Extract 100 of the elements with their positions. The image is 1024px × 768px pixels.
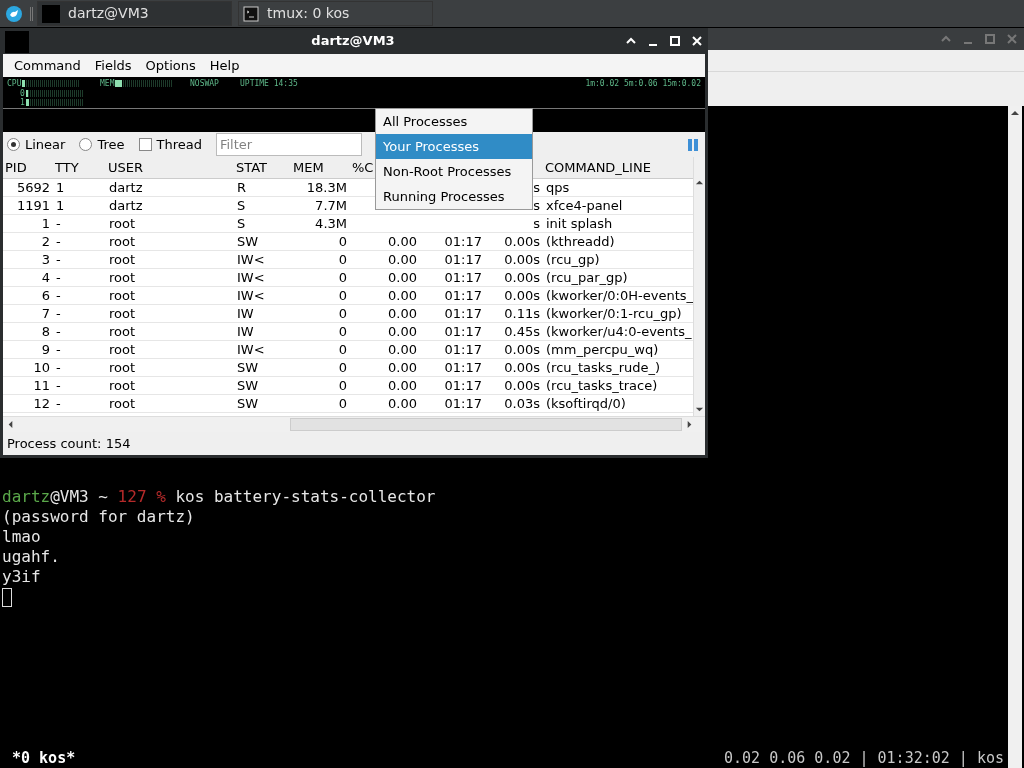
scroll-right-icon[interactable] (685, 420, 694, 429)
table-cell-text: 0.00s (503, 286, 541, 305)
table-cell-text: SW (236, 358, 260, 377)
menu-item[interactable]: Command (7, 53, 88, 78)
table-cell-text: 0.00s (503, 250, 541, 269)
table-cell-text: (ksoftirqd/0) (545, 394, 627, 413)
dropdown-option[interactable]: Running Processes (376, 184, 532, 209)
table-cell-text: - (55, 376, 62, 395)
table-cell-text: - (55, 304, 62, 323)
table-cell-text: root (108, 250, 137, 269)
table-cell-text: IW< (236, 286, 266, 305)
table-cell-text: SW (236, 376, 260, 395)
table-cell-text: 18.3M (305, 178, 348, 197)
dropdown-option[interactable]: All Processes (376, 109, 532, 134)
table-cell-text: 0.00 (387, 358, 418, 377)
column-header[interactable]: COMMAND_LINE (545, 159, 651, 175)
table-cell-text: 0.03s (503, 394, 541, 413)
table-cell-text: root (108, 268, 137, 287)
scroll-up-icon[interactable] (695, 178, 704, 187)
terminal-line: y3if (2, 567, 42, 587)
table-cell-text: 0.00 (387, 394, 418, 413)
table-cell-text: IW< (236, 340, 266, 359)
table-cell-text: root (108, 286, 137, 305)
menu-item[interactable]: Options (138, 53, 203, 78)
table-cell-text: xfce4-panel (545, 196, 624, 215)
table-cell-text: 0.11s (503, 304, 541, 323)
table-cell-text: 4 (40, 268, 51, 287)
window-icon (42, 4, 60, 23)
pause-icon[interactable] (687, 138, 699, 151)
table-cell-text: 0 (337, 376, 348, 395)
tmux-window-label: *0 kos* (12, 747, 76, 768)
table-cell-text: 01:17 (443, 340, 483, 359)
column-header[interactable]: USER (108, 159, 143, 175)
dropdown-option[interactable]: Non-Root Processes (376, 159, 532, 184)
table-cell-text: 0 (337, 304, 348, 323)
table-cell-text: 0.00 (387, 340, 418, 359)
table-cell-text: 0 (337, 250, 348, 269)
table-cell-text: 6 (40, 286, 51, 305)
table-cell-text: 0 (337, 358, 348, 377)
table-cell-text: - (55, 214, 62, 233)
table-cell-text: qps (545, 178, 571, 197)
terminal-line: lmao (2, 527, 42, 547)
table-cell-text: 0.00s (503, 268, 541, 287)
column-header[interactable]: STAT (236, 159, 267, 175)
table-cell-text: 0 (337, 268, 348, 287)
table-cell-text: (kworker/u4:0-events_ (545, 322, 693, 341)
horizontal-scrollbar[interactable] (3, 416, 705, 432)
menu-item[interactable]: Fields (87, 53, 139, 78)
terminal-line: dartz@VM3 ~ 127 % kos battery-stats-collector (2, 487, 437, 507)
taskbar-button[interactable]: dartz@VM3 (37, 1, 232, 26)
table-cell-text: - (55, 322, 62, 341)
table-cell-text: SW (236, 232, 260, 251)
vertical-scrollbar[interactable] (693, 157, 705, 416)
scroll-up-icon[interactable] (1010, 108, 1020, 118)
taskbar-button[interactable]: tmux: 0 kos (238, 1, 433, 26)
table-cell-text: 01:17 (443, 322, 483, 341)
table-cell-text: 0 (337, 340, 348, 359)
table-cell-text: 8 (40, 322, 51, 341)
process-count: Process count: 154 (7, 434, 131, 453)
column-header[interactable]: PID (5, 159, 27, 175)
table-cell-text: 01:17 (443, 232, 483, 251)
table-cell-text: 0 (337, 322, 348, 341)
table-cell-text: root (108, 376, 137, 395)
table-cell-text: (rcu_tasks_trace) (545, 376, 659, 395)
table-cell-text: 9 (40, 340, 51, 359)
radio-button[interactable]: Linear (7, 134, 66, 155)
table-cell-text: - (55, 358, 62, 377)
table-cell-text: 01:17 (443, 394, 483, 413)
meter-label: MEM (100, 79, 115, 88)
table-cell-text: 01:17 (443, 358, 483, 377)
radio-button[interactable]: Tree (79, 134, 125, 155)
table-cell-text: 0.00 (387, 250, 418, 269)
column-header[interactable]: MEM (293, 159, 324, 175)
table-cell-text: - (55, 232, 62, 251)
table-cell-text: root (108, 322, 137, 341)
table-cell-text: 01:17 (443, 268, 483, 287)
tmux-status-info: 0.02 0.06 0.02 | 01:32:02 | kos (724, 747, 1004, 768)
window-icon (5, 31, 29, 53)
menu-item[interactable]: Help (202, 53, 247, 78)
scroll-down-icon[interactable] (695, 405, 704, 414)
scroll-thumb[interactable] (290, 418, 682, 431)
checkbox[interactable]: Thread (138, 134, 202, 155)
dropdown-option[interactable]: Your Processes (376, 134, 532, 159)
column-header[interactable]: TTY (55, 159, 79, 175)
table-cell-text: 12 (32, 394, 51, 413)
table-cell-text: 01:17 (443, 286, 483, 305)
table-cell-text: 0.45s (503, 322, 541, 341)
meter-label: CPU (7, 79, 22, 88)
scrollbar[interactable] (1008, 106, 1022, 768)
table-cell-text: - (55, 268, 62, 287)
column-header[interactable]: %C (352, 159, 374, 175)
table-cell-text: root (108, 304, 137, 323)
table-cell-text: IW (236, 322, 255, 341)
table-cell-text: 01:17 (443, 304, 483, 323)
app-menu-icon[interactable] (6, 5, 22, 22)
filter-field[interactable]: Filter (215, 133, 362, 156)
table-cell-text: 7.7M (314, 196, 348, 215)
scroll-left-icon[interactable] (6, 420, 15, 429)
table-cell-text: - (55, 250, 62, 269)
table-cell-text: s (532, 214, 541, 233)
